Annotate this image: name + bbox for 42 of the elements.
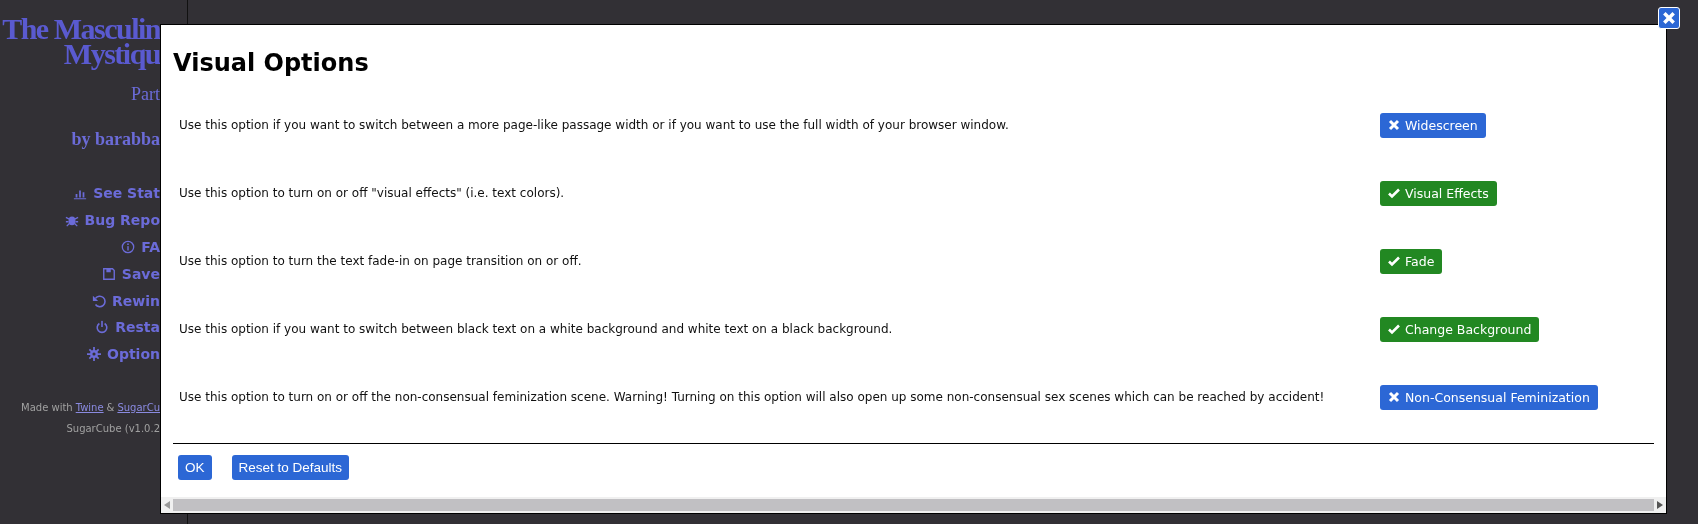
- info-icon: [121, 240, 136, 254]
- option-description: Use this option to turn on or off "visual effects" (i.e. text colors).: [179, 186, 566, 200]
- save-icon: [101, 266, 116, 281]
- author-name: by barabba: [71, 129, 160, 150]
- twine-link[interactable]: Twine: [75, 401, 104, 413]
- version-text: SugarCube (v1.0.2: [66, 422, 160, 434]
- ok-button[interactable]: OK: [178, 455, 212, 480]
- story-title: The Masculin: [2, 16, 160, 41]
- toggle-button[interactable]: Visual Effects: [1380, 180, 1497, 206]
- close-icon: [1662, 11, 1676, 25]
- menu-link[interactable]: Resta: [95, 314, 160, 341]
- close-icon: [1388, 391, 1400, 403]
- credits-text: Made with: [21, 401, 73, 413]
- menu-link[interactable]: FA: [121, 233, 160, 261]
- option-description: Use this option if you want to switch between black text on a white background and white text on a black background.: [179, 322, 894, 336]
- menu-link[interactable]: Save: [101, 260, 160, 288]
- dialog-title: Visual Options: [173, 49, 369, 77]
- toggle-button[interactable]: Widescreen: [1380, 112, 1486, 138]
- option-description: Use this option if you want to switch between a more page-like passage width or if you want to use the full width of your browser window.: [179, 118, 1010, 132]
- story-subtitle: Part: [131, 84, 160, 105]
- toggle-button[interactable]: Non-Consensual Feminization: [1380, 384, 1598, 410]
- horizontal-scrollbar[interactable]: [161, 497, 1666, 513]
- menu-link[interactable]: Bug Repo: [64, 206, 160, 234]
- scroll-right-icon[interactable]: [1657, 501, 1663, 509]
- check-icon: [1388, 187, 1400, 199]
- close-button[interactable]: [1658, 7, 1680, 29]
- close-icon: [1388, 119, 1400, 131]
- menu-link[interactable]: Rewin: [92, 287, 160, 314]
- option-description: Use this option to turn on or off the non-consensual feminization scene. Warning! Turning on this option will also open up some non-consensual sex scenes which can be reached by accident!: [179, 390, 1326, 404]
- option-description: Use this option to turn the text fade-in on page transition on or off.: [179, 254, 583, 268]
- credits-text: &: [106, 401, 115, 413]
- reset-button[interactable]: Reset to Defaults: [231, 455, 350, 480]
- menu-link[interactable]: Option: [87, 340, 160, 368]
- toggle-button[interactable]: Change Background: [1380, 316, 1540, 342]
- menu-link[interactable]: See Stat: [73, 180, 160, 207]
- sugarcube-link[interactable]: SugarCu: [117, 401, 160, 413]
- check-icon: [1388, 255, 1400, 267]
- settings-icon: [87, 347, 101, 362]
- check-icon: [1388, 323, 1400, 335]
- toggle-button[interactable]: Fade: [1380, 248, 1443, 274]
- undo-icon: [92, 293, 106, 308]
- power-icon: [95, 320, 110, 335]
